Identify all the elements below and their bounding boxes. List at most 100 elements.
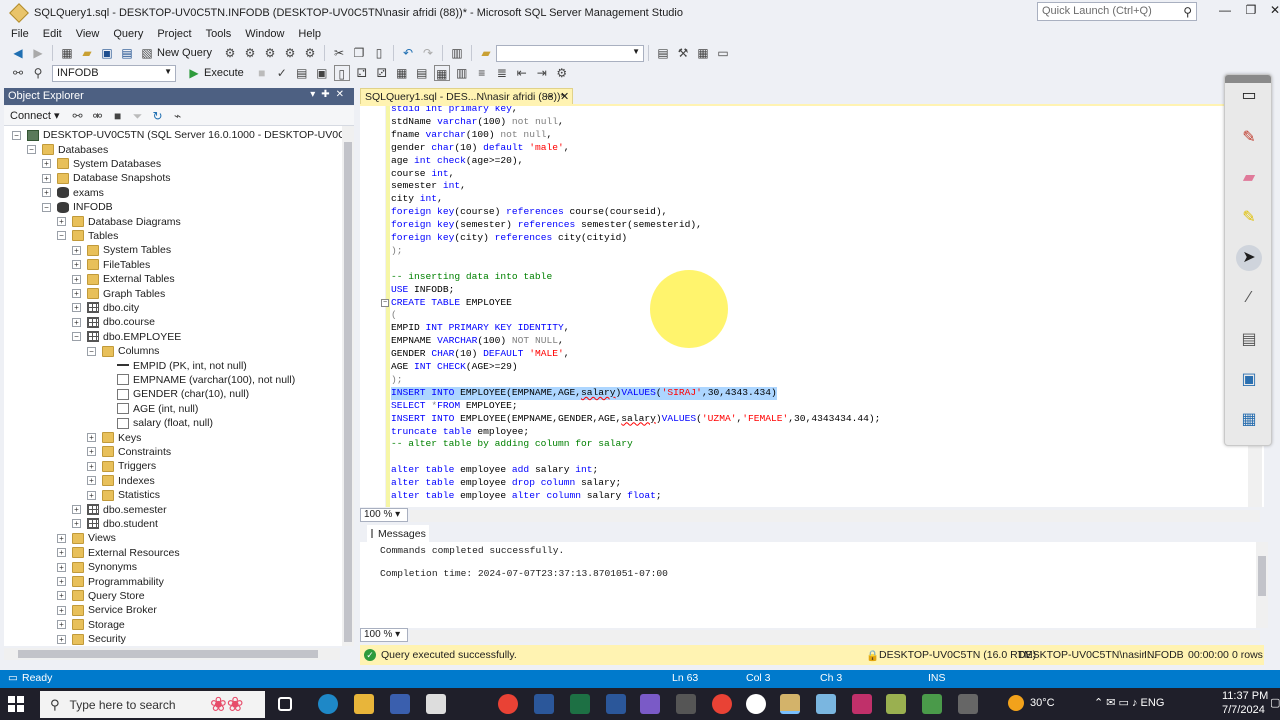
specify-values-icon[interactable]: ⚙ — [554, 65, 570, 81]
expand-icon[interactable]: + — [57, 217, 66, 227]
properties-icon[interactable]: ▤ — [655, 45, 671, 61]
tree-node[interactable]: + External Tables — [72, 272, 175, 286]
editor-horizontal-scrollbar[interactable] — [410, 510, 1260, 522]
results-grid-icon[interactable]: ▦ — [433, 65, 450, 81]
query-type-icon[interactable]: ⚙ — [222, 45, 238, 61]
window-layout-icon[interactable]: ▭ — [715, 45, 731, 61]
refresh-icon[interactable]: ↻ — [150, 108, 166, 124]
vscode-icon[interactable] — [534, 694, 554, 714]
expand-icon[interactable]: + — [57, 605, 66, 615]
scrollbar-thumb[interactable] — [1258, 556, 1266, 596]
tree-node[interactable]: + System Tables — [72, 243, 171, 257]
copy-icon[interactable]: ❐ — [351, 45, 367, 61]
clock-time[interactable]: 11:37 PM — [1222, 690, 1268, 702]
pane-controls[interactable]: ▾✚✕ — [310, 89, 350, 100]
maximize-button[interactable]: ❐ — [1238, 3, 1264, 21]
minimize-button[interactable]: — — [1212, 3, 1238, 21]
windows-start-icon[interactable] — [8, 696, 24, 712]
back-icon[interactable]: ◀ — [10, 45, 26, 61]
expand-icon[interactable]: + — [72, 274, 81, 284]
results-vertical-scrollbar[interactable] — [1256, 542, 1268, 628]
tree-node[interactable]: + dbo.semester — [72, 502, 167, 516]
filter-icon[interactable]: ⏷ — [130, 108, 146, 124]
tree-node[interactable]: + Synonyms — [57, 560, 137, 574]
include-plan-icon[interactable]: ⚁ — [354, 65, 370, 81]
new-query-icon[interactable]: ▧ — [139, 45, 155, 61]
collapse-icon[interactable]: − — [57, 231, 66, 241]
eraser-icon[interactable]: ▰ — [1236, 165, 1262, 191]
tree-node[interactable]: EMPID (PK, int, not null) — [102, 358, 247, 372]
save-all-icon[interactable]: ▤ — [119, 45, 135, 61]
tree-node[interactable]: − dbo.EMPLOYEE — [72, 330, 181, 344]
expand-icon[interactable]: + — [72, 260, 81, 270]
collapse-icon[interactable]: − — [42, 202, 51, 212]
activity-icon[interactable]: ⌁ — [170, 108, 186, 124]
available-databases-combo[interactable]: INFODB ▼ — [52, 64, 176, 82]
tree-node[interactable]: + Statistics — [87, 488, 160, 502]
tree-node[interactable]: + Indexes — [87, 474, 155, 488]
wrench-icon[interactable]: ⚒ — [675, 45, 691, 61]
parse-icon[interactable]: ✓ — [274, 65, 290, 81]
connect-plug-icon[interactable]: ⚯ — [70, 108, 86, 124]
outdent-icon[interactable]: ⇤ — [514, 65, 530, 81]
tree-node[interactable]: + External Resources — [57, 546, 180, 560]
app-icon-8[interactable] — [958, 694, 978, 714]
stop-icon[interactable]: ■ — [254, 65, 270, 81]
tree-node[interactable]: + dbo.course — [72, 315, 155, 329]
expand-icon[interactable]: + — [42, 188, 51, 198]
query-type-icon-4[interactable]: ⚙ — [282, 45, 298, 61]
app-icon-4[interactable] — [816, 694, 836, 714]
connect-dropdown[interactable]: Connect ▾ — [10, 109, 60, 122]
tree-node[interactable]: + Database Diagrams — [57, 214, 181, 228]
menu-help[interactable]: Help — [291, 28, 328, 40]
whiteboard-icon[interactable]: ▭ — [1236, 83, 1262, 109]
expand-icon[interactable]: + — [72, 245, 81, 255]
forward-icon[interactable]: ▶ — [30, 45, 46, 61]
tree-node[interactable]: + Constraints — [87, 445, 171, 459]
results-zoom-combo[interactable]: 100 % ▾ — [360, 628, 408, 642]
open-file-icon[interactable]: ▰ — [79, 45, 95, 61]
menu-view[interactable]: View — [69, 28, 107, 40]
tree-node[interactable]: AGE (int, null) — [102, 402, 198, 416]
query-type-icon-2[interactable]: ⚙ — [242, 45, 258, 61]
live-stats-icon[interactable]: ⚂ — [374, 65, 390, 81]
tree-node[interactable]: EMPNAME (varchar(100), not null) — [102, 373, 295, 387]
store-icon[interactable] — [390, 694, 410, 714]
tree-node[interactable]: + Views — [57, 531, 116, 545]
screen-capture-icon[interactable]: ▣ — [1236, 367, 1262, 393]
menu-tools[interactable]: Tools — [199, 28, 239, 40]
connect-icon[interactable]: ⚯ — [10, 65, 26, 81]
results-horizontal-scrollbar[interactable] — [410, 630, 1260, 642]
client-stats-icon[interactable]: ▦ — [394, 65, 410, 81]
close-button[interactable]: ✕ — [1262, 3, 1280, 21]
query-designer-icon[interactable]: ▣ — [314, 65, 330, 81]
sql-editor[interactable]: stdid int primary key, stdName varchar(10… — [360, 106, 1264, 507]
comment-icon[interactable]: ≡ — [474, 65, 490, 81]
expand-icon[interactable]: + — [42, 173, 51, 183]
expand-icon[interactable]: + — [87, 447, 96, 457]
expand-icon[interactable]: + — [57, 548, 66, 558]
tree-node[interactable]: GENDER (char(10), null) — [102, 387, 249, 401]
menu-window[interactable]: Window — [238, 28, 291, 40]
tree-node[interactable]: − DESKTOP-UV0C5TN (SQL Server 16.0.1000 -… — [12, 128, 344, 142]
menu-project[interactable]: Project — [150, 28, 198, 40]
chrome-icon-2[interactable] — [712, 694, 732, 714]
stop-square-icon[interactable]: ■ — [110, 108, 126, 124]
query-editor-tab[interactable]: SQLQuery1.sql - DES...N\nasir afridi (88… — [360, 88, 573, 105]
tree-node[interactable]: − INFODB — [42, 200, 113, 214]
expand-icon[interactable]: + — [72, 317, 81, 327]
pen-icon[interactable]: ✎ — [1236, 125, 1262, 151]
execute-button[interactable]: Execute — [204, 67, 244, 79]
solution-config-combo[interactable]: ▼ — [496, 44, 645, 62]
menu-edit[interactable]: Edit — [36, 28, 69, 40]
toolbar-grip[interactable] — [1225, 75, 1271, 83]
expand-icon[interactable]: + — [72, 519, 81, 529]
collapse-icon[interactable]: − — [72, 332, 81, 342]
expand-icon[interactable]: + — [87, 433, 96, 443]
intellisense-icon[interactable]: ▯ — [333, 65, 350, 81]
collapse-icon[interactable]: − — [12, 130, 21, 140]
scrollbar-thumb[interactable] — [18, 650, 318, 658]
brush-icon[interactable]: ⁄ — [1236, 285, 1262, 311]
file-explorer-icon[interactable] — [354, 694, 374, 714]
tree-node[interactable]: salary (float, null) — [102, 416, 213, 430]
